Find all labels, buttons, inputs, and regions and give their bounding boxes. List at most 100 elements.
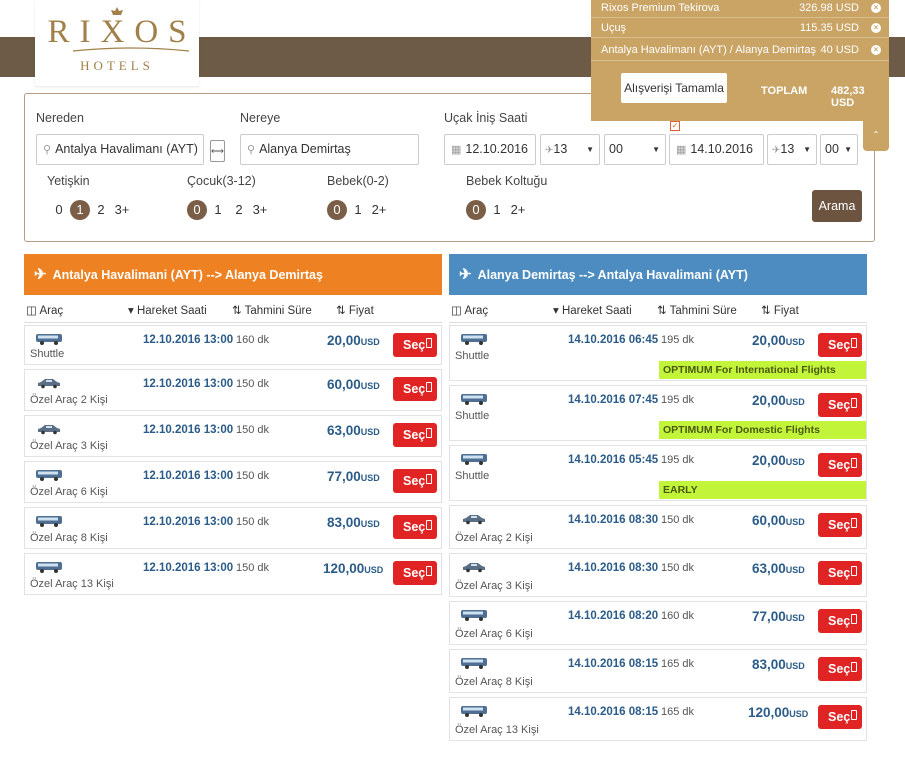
select-button[interactable]: Seç [818, 609, 862, 633]
col-departure[interactable]: ▾ Hareket Saati [128, 303, 207, 317]
landing-date-value: 12.10.2016 [465, 142, 528, 156]
page: RIXOS HOTELS Nereden ⚲ Antalya Havalimanı… [0, 0, 905, 757]
select-button[interactable]: Seç [393, 469, 437, 493]
from-field[interactable]: ⚲ Antalya Havalimanı (AYT) [36, 134, 204, 165]
to-label: Nereye [240, 111, 281, 125]
return-checkbox[interactable]: ✓ [670, 121, 680, 131]
col-duration[interactable]: ⇅ Tahmini Süre [232, 303, 312, 317]
adult-option[interactable]: 2 [91, 200, 111, 220]
van-icon [36, 470, 62, 481]
cart-collapse-toggle[interactable]: ˆ [863, 121, 889, 151]
select-button[interactable]: Seç [818, 453, 862, 477]
duration: 150 dk [236, 378, 270, 390]
rixos-logo[interactable]: RIXOS HOTELS [35, 0, 199, 86]
col-price-label: Fiyat [773, 305, 799, 317]
swap-button[interactable]: ⟷ [210, 140, 225, 162]
landing-min-select[interactable]: 00 ▼ [604, 134, 666, 165]
departure-time: 14.10.2016 08:20 [568, 610, 659, 622]
col-vehicle-label: Araç [39, 305, 64, 317]
select-cart-icon [426, 338, 432, 348]
landing-hour-select[interactable]: ✈13 ▼ [540, 134, 600, 165]
select-cart-icon [426, 382, 432, 392]
select-button[interactable]: Seç [818, 333, 862, 357]
select-button[interactable]: Seç [818, 513, 862, 537]
price: 77,00USD [327, 469, 380, 484]
col-departure[interactable]: ▾ Hareket Saati [553, 303, 632, 317]
cart-item: Rixos Premium Tekirova 326.98 USD × [601, 0, 881, 16]
child-option[interactable]: 1 [208, 200, 228, 220]
transfer-row: Özel Araç 13 Kişi 14.10.2016 08:15 165 dk 1… [449, 697, 867, 741]
select-button[interactable]: Seç [818, 705, 862, 729]
vehicle-name: Özel Araç 8 Kişi [455, 676, 533, 688]
to-field[interactable]: ⚲ Alanya Demirtaş [240, 134, 419, 165]
cart-item-label: Antalya Havalimanı (AYT) / Alanya Demirt… [601, 44, 816, 56]
vehicle-name: Özel Araç 2 Kişi [30, 394, 108, 406]
remove-icon[interactable]: × [871, 3, 881, 13]
cart-item-label: Uçuş [601, 22, 627, 34]
van-icon [461, 394, 487, 405]
select-cart-icon [851, 662, 857, 672]
select-cart-icon [426, 428, 432, 438]
logo-swoosh-icon [72, 47, 190, 52]
select-button[interactable]: Seç [393, 561, 437, 585]
adult-option[interactable]: 0 [49, 200, 69, 220]
col-vehicle[interactable]: ◫ Araç [26, 303, 63, 317]
col-price[interactable]: ⇅ Fiyat [761, 303, 799, 317]
divider [591, 37, 889, 38]
child-option-selected[interactable]: 0 [187, 200, 207, 220]
transfer-row: Shuttle 14.10.2016 05:45 195 dk 20,00USD Seç… [449, 445, 867, 501]
departure-time: 14.10.2016 05:45 [568, 454, 659, 466]
select-button[interactable]: Seç [393, 333, 437, 357]
sort-icon: ⇅ [657, 305, 667, 317]
select-button[interactable]: Seç [393, 515, 437, 539]
transfer-row: Özel Araç 8 Kişi 12.10.2016 13:00 150 dk 83… [24, 507, 442, 549]
return-hour-select[interactable]: ✈13 ▼ [767, 134, 817, 165]
select-button[interactable]: Seç [818, 657, 862, 681]
seat-option-selected[interactable]: 0 [466, 200, 486, 220]
remove-icon[interactable]: × [871, 23, 881, 33]
child-option[interactable]: 3+ [250, 200, 270, 220]
select-cart-icon [851, 518, 857, 528]
landing-date-field[interactable]: ▦ 12.10.2016 [444, 134, 536, 165]
seat-option[interactable]: 2+ [508, 200, 528, 220]
vehicle-name: Shuttle [455, 410, 490, 422]
return-date-field[interactable]: ▦ 14.10.2016 [669, 134, 764, 165]
col-duration[interactable]: ⇅ Tahmini Süre [657, 303, 737, 317]
select-button[interactable]: Seç [393, 423, 437, 447]
transfer-row: Özel Araç 6 Kişi 12.10.2016 13:00 150 dk 77… [24, 461, 442, 503]
column-headers: ◫ Araç ▾ Hareket Saati ⇅ Tahmini Süre ⇅ … [24, 295, 442, 323]
search-button[interactable]: Arama [812, 190, 862, 222]
sort-icon: ⇅ [232, 305, 242, 317]
plane-departure-icon: ✈ [459, 266, 472, 283]
col-price[interactable]: ⇅ Fiyat [336, 303, 374, 317]
select-cart-icon [426, 520, 432, 530]
seat-option[interactable]: 1 [487, 200, 507, 220]
departure-time: 14.10.2016 08:30 [568, 514, 659, 526]
duration: 195 dk [661, 334, 695, 346]
calendar-icon: ▦ [451, 144, 462, 156]
route-tag: OPTIMUM For International Flights [659, 361, 866, 379]
brand-sub: HOTELS [80, 58, 154, 73]
select-button[interactable]: Seç [818, 561, 862, 585]
price: 77,00USD [752, 609, 805, 624]
car-icon [38, 379, 60, 389]
baby-option[interactable]: 1 [348, 200, 368, 220]
adult-option[interactable]: 3+ [112, 200, 132, 220]
col-price-label: Fiyat [348, 305, 374, 317]
price: 60,00USD [752, 513, 805, 528]
col-vehicle[interactable]: ◫ Araç [451, 303, 488, 317]
departure-time: 14.10.2016 06:45 [568, 334, 659, 346]
column-headers: ◫ Araç ▾ Hareket Saati ⇅ Tahmini Süre ⇅ … [449, 295, 867, 323]
return-min-select[interactable]: 00 ▼ [820, 134, 858, 165]
remove-icon[interactable]: × [871, 45, 881, 55]
baby-option-selected[interactable]: 0 [327, 200, 347, 220]
duration: 150 dk [236, 470, 270, 482]
select-button[interactable]: Seç [818, 393, 862, 417]
complete-purchase-button[interactable]: Alışverişi Tamamla [621, 73, 727, 103]
adult-option-selected[interactable]: 1 [70, 200, 90, 220]
baby-option[interactable]: 2+ [369, 200, 389, 220]
chevron-down-icon: ▼ [803, 145, 811, 154]
child-option[interactable]: 2 [229, 200, 249, 220]
select-button[interactable]: Seç [393, 377, 437, 401]
sort-down-icon: ▾ [128, 305, 134, 317]
